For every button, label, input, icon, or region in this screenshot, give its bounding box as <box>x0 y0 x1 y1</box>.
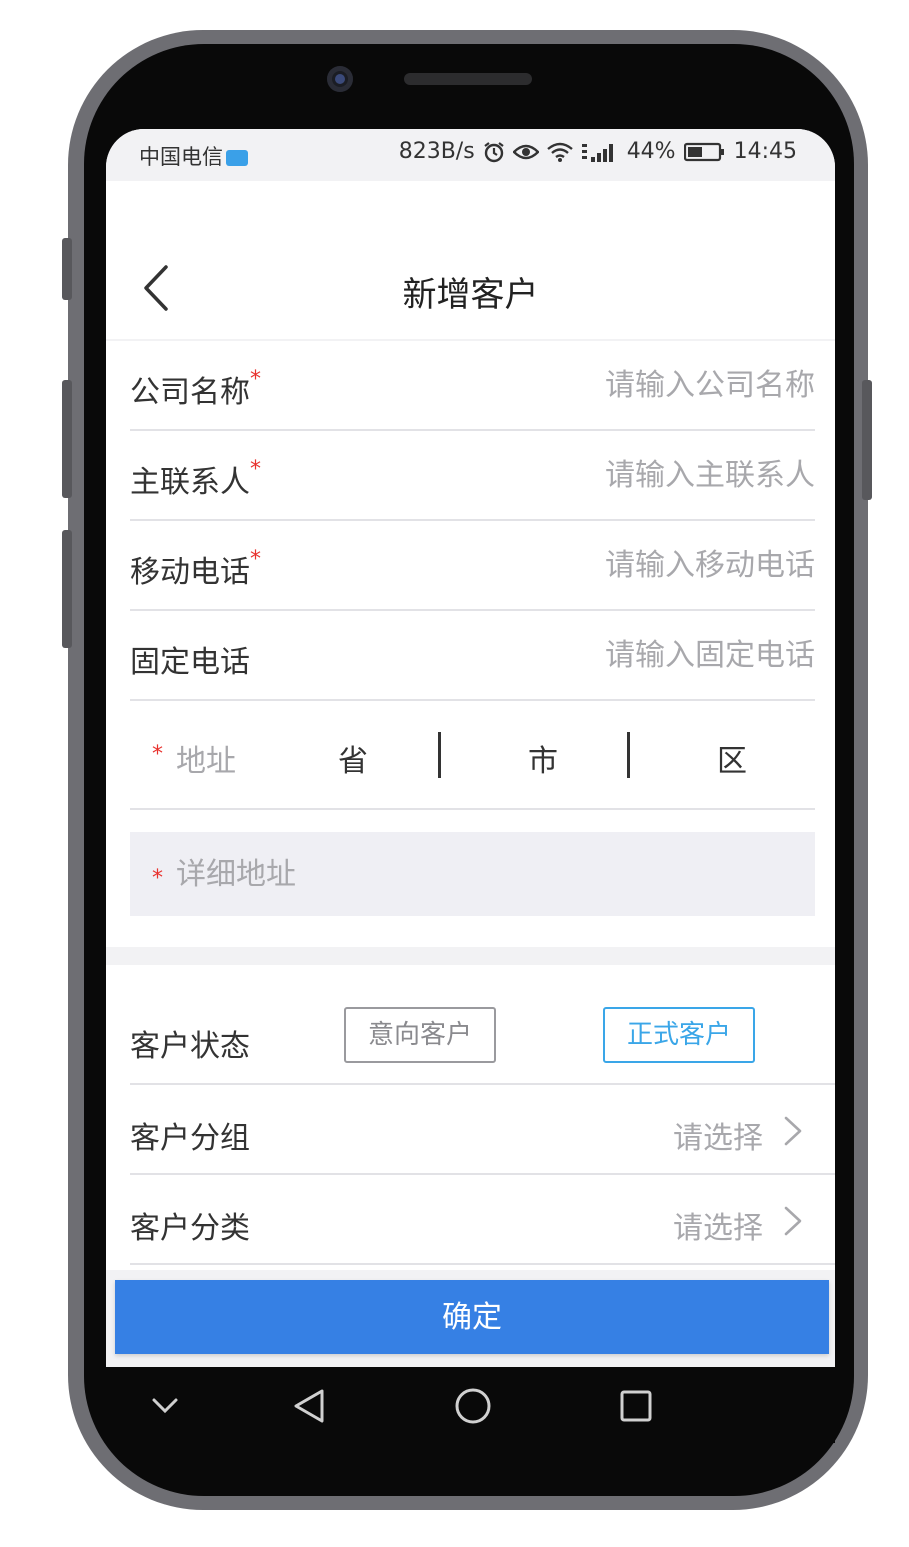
battery-percent: 44% <box>626 139 676 164</box>
contact-row: 主联系人* <box>130 431 815 521</box>
group-value: 请选择 <box>673 1121 763 1156</box>
status-bar: 中国电信 823B/s 44% 14:45 <box>106 129 835 181</box>
nav-recents-button[interactable] <box>611 1381 661 1431</box>
camera-icon <box>327 66 353 92</box>
mobile-label-text: 移动电话 <box>130 555 250 590</box>
confirm-button[interactable]: 确定 <box>115 1280 829 1354</box>
triangle-back-icon <box>294 1389 324 1423</box>
address-divider <box>627 732 630 778</box>
address-label: 地址 <box>176 744 236 779</box>
detail-address-box: * <box>130 832 815 916</box>
android-nav-bar <box>106 1367 835 1443</box>
clock: 14:45 <box>733 139 797 164</box>
address-row: * 地址 省 市 区 <box>130 702 815 810</box>
eye-icon <box>512 144 539 159</box>
contact-label-text: 主联系人 <box>130 465 250 500</box>
screen: 中国电信 823B/s 44% 14:45 新增客户 公司名称* 主联系人* 移… <box>106 129 835 1367</box>
city-select[interactable]: 市 <box>528 736 558 780</box>
landline-input[interactable] <box>455 627 815 683</box>
speaker-grille <box>404 73 532 85</box>
volume-down-button <box>62 380 72 498</box>
required-mark: * <box>152 742 163 767</box>
required-mark: * <box>250 547 261 572</box>
company-label: 公司名称* <box>130 367 261 411</box>
required-mark: * <box>152 866 163 891</box>
status-label: 客户状态 <box>130 1029 250 1064</box>
page-title: 新增客户 <box>402 275 539 315</box>
carrier: 中国电信 <box>139 141 248 171</box>
contact-input[interactable] <box>455 447 815 503</box>
customer-form: 公司名称* 主联系人* 移动电话* 固定电话 * 地址 省 市 区 * <box>106 341 835 947</box>
required-mark: * <box>250 367 261 392</box>
nav-home-button[interactable] <box>448 1381 498 1431</box>
battery-icon <box>683 142 724 161</box>
category-value: 请选择 <box>673 1211 763 1246</box>
nav-back-button[interactable] <box>284 1381 334 1431</box>
status-right: 823B/s 44% 14:45 <box>399 139 797 164</box>
hd-badge-icon <box>226 150 248 166</box>
contact-label: 主联系人* <box>130 457 261 501</box>
company-input[interactable] <box>455 357 815 413</box>
group-label: 客户分组 <box>130 1121 250 1156</box>
mute-button <box>62 530 72 648</box>
square-recents-icon <box>620 1390 652 1422</box>
volume-up-button <box>62 238 72 300</box>
page-header: 新增客户 <box>106 181 835 339</box>
mobile-label: 移动电话* <box>130 547 261 591</box>
company-row: 公司名称* <box>130 341 815 431</box>
required-mark: * <box>250 457 261 482</box>
circle-home-icon <box>455 1388 491 1424</box>
chevron-right-icon <box>784 1116 802 1146</box>
address-divider <box>438 732 441 778</box>
carrier-label: 中国电信 <box>139 145 223 169</box>
wifi-icon <box>546 142 573 162</box>
signal-icon <box>581 143 613 162</box>
category-row[interactable]: 客户分类 请选择 <box>130 1175 835 1265</box>
power-button <box>862 380 872 500</box>
mobile-row: 移动电话* <box>130 521 815 611</box>
chevron-right-icon <box>784 1206 802 1236</box>
hide-nav-button[interactable] <box>140 1381 190 1431</box>
province-select[interactable]: 省 <box>338 736 368 780</box>
net-speed: 823B/s <box>398 139 475 164</box>
detail-address-input[interactable] <box>176 846 776 902</box>
chevron-down-icon <box>152 1398 178 1414</box>
district-select[interactable]: 区 <box>717 736 747 780</box>
category-label: 客户分类 <box>130 1211 250 1246</box>
status-intent-button[interactable]: 意向客户 <box>344 1007 496 1063</box>
landline-label: 固定电话 <box>130 645 250 680</box>
status-formal-button[interactable]: 正式客户 <box>603 1007 755 1063</box>
group-row[interactable]: 客户分组 请选择 <box>130 1085 835 1175</box>
company-label-text: 公司名称 <box>130 375 250 410</box>
landline-row: 固定电话 <box>130 611 815 701</box>
mobile-input[interactable] <box>455 537 815 593</box>
customer-settings: 客户状态 意向客户 正式客户 客户分组 请选择 客户分类 请选择 <box>106 965 835 1270</box>
status-row: 客户状态 意向客户 正式客户 <box>130 965 835 1085</box>
alarm-icon <box>484 141 504 162</box>
